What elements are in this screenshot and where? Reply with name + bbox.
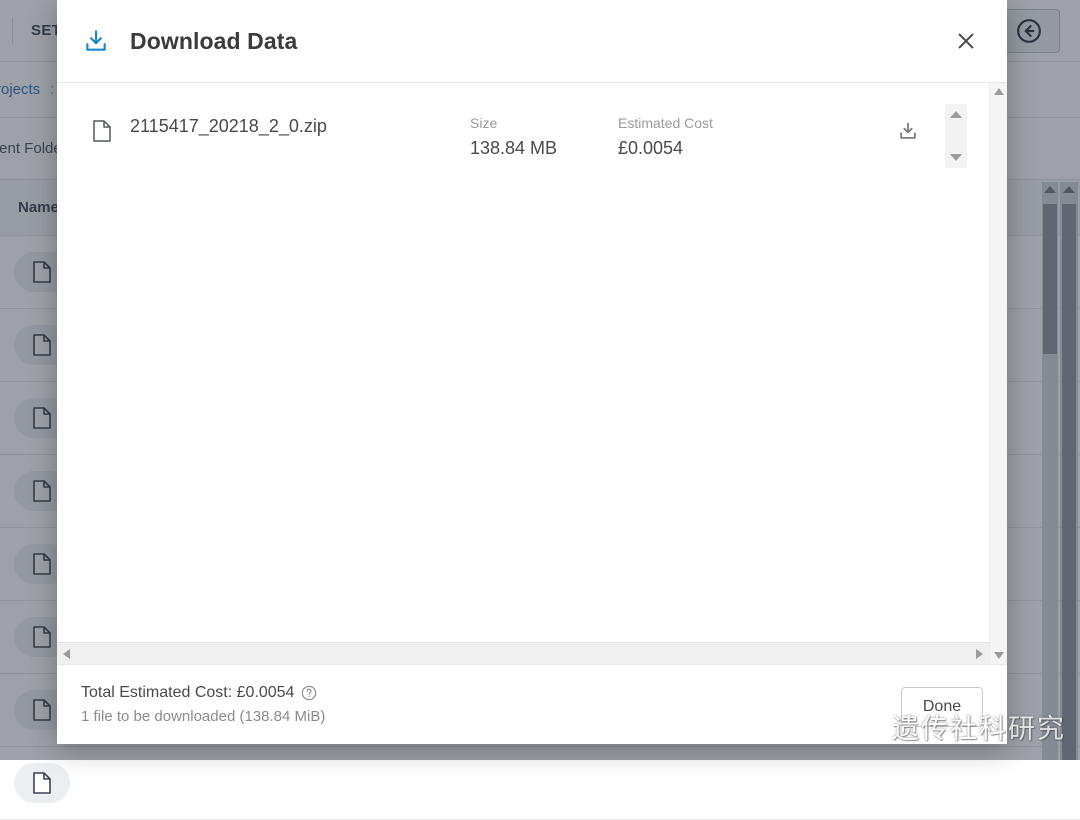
row-icon-wrap <box>14 763 70 803</box>
caret-down-icon[interactable] <box>994 652 1004 659</box>
download-icon <box>83 28 109 54</box>
file-icon <box>93 120 111 142</box>
total-estimated-cost: Total Estimated Cost: £0.0054 <box>81 684 325 702</box>
caret-left-icon[interactable] <box>63 649 70 659</box>
dialog-header: Download Data <box>57 0 1007 83</box>
download-summary-text: 1 file to be downloaded (138.84 MiB) <box>81 708 325 725</box>
download-data-dialog: Download Data 2115417_20218_2_0.zip Size… <box>57 0 1007 744</box>
file-size-column: Size 138.84 MB <box>470 113 618 161</box>
done-button[interactable]: Done <box>901 687 983 727</box>
total-estimated-cost-text: Total Estimated Cost: £0.0054 <box>81 684 294 702</box>
close-button[interactable] <box>949 24 983 58</box>
dialog-scrollbar-horizontal[interactable] <box>57 642 989 664</box>
footer-summary: Total Estimated Cost: £0.0054 1 file to … <box>81 684 325 725</box>
caret-up-icon[interactable] <box>950 111 962 118</box>
download-icon[interactable] <box>897 120 919 142</box>
file-name: 2115417_20218_2_0.zip <box>130 116 470 137</box>
file-size-value: 138.84 MB <box>470 135 618 161</box>
row-spinner[interactable] <box>945 104 967 168</box>
estimated-cost-value: £0.0054 <box>618 135 848 161</box>
file-icon <box>33 772 51 794</box>
dialog-footer: Total Estimated Cost: £0.0054 1 file to … <box>57 664 1007 744</box>
dialog-title: Download Data <box>130 28 297 55</box>
estimated-cost-label: Estimated Cost <box>618 113 848 133</box>
close-icon <box>955 30 977 52</box>
caret-down-icon[interactable] <box>950 154 962 161</box>
file-list-item[interactable]: 2115417_20218_2_0.zip Size 138.84 MB Est… <box>57 83 1007 161</box>
dialog-scrollbar-vertical[interactable] <box>989 83 1007 664</box>
caret-right-icon[interactable] <box>976 649 983 659</box>
size-label: Size <box>470 113 618 133</box>
question-circle-icon[interactable] <box>301 685 317 701</box>
file-cost-column: Estimated Cost £0.0054 <box>618 113 848 161</box>
dialog-body: 2115417_20218_2_0.zip Size 138.84 MB Est… <box>57 83 1007 664</box>
caret-up-icon[interactable] <box>994 88 1004 95</box>
